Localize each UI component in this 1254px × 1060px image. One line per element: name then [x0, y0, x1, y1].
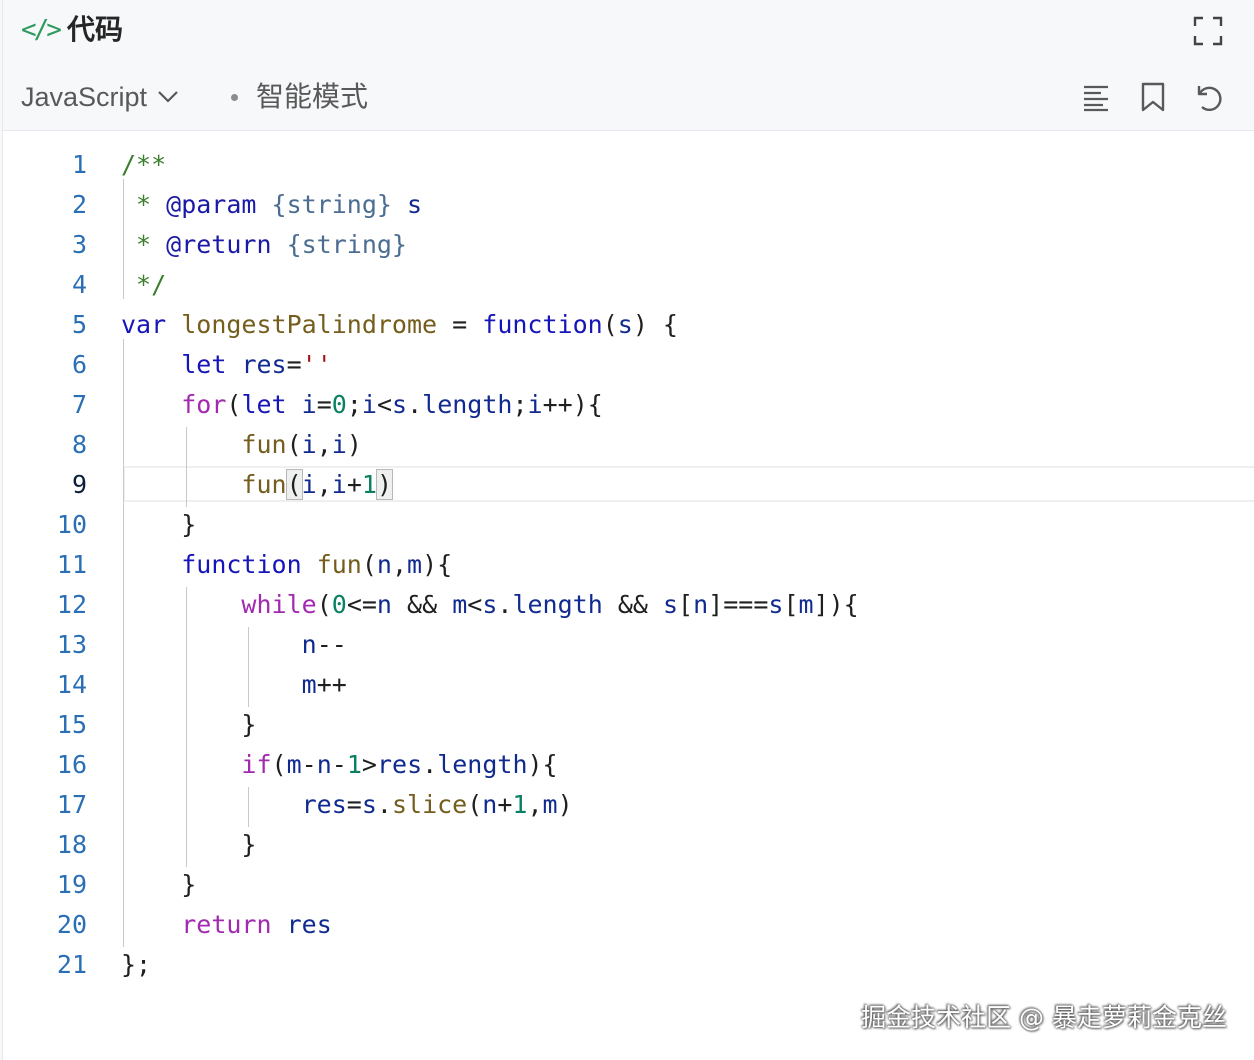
- code-line: 6 let res='': [3, 345, 1254, 385]
- line-number: 18: [56, 830, 87, 859]
- code-line: 10 }: [3, 505, 1254, 545]
- line-number: 20: [56, 910, 87, 939]
- code-text: };: [121, 950, 152, 979]
- code-line: 16 if(m-n-1>res.length){: [3, 745, 1254, 785]
- watermark: 掘金技术社区 @ 暴走萝莉金克丝: [861, 1003, 1227, 1032]
- mode-dot: [231, 93, 238, 101]
- line-number: 6: [71, 350, 87, 379]
- code-line: 11 function fun(n,m){: [3, 545, 1254, 585]
- code-editor[interactable]: 1 /** 2 * @param {string} s 3 * @return …: [3, 131, 1254, 1060]
- line-number: 21: [56, 950, 87, 979]
- code-text: while(0<=n && m<s.length && s[n]===s[m])…: [241, 590, 859, 619]
- code-text: return res: [181, 910, 332, 939]
- line-number: 19: [56, 870, 87, 899]
- chevron-down-icon: [158, 91, 178, 103]
- line-number: 12: [56, 590, 87, 619]
- editor-toolbar: JavaScript 智能模式: [3, 64, 1254, 131]
- line-number: 10: [56, 510, 87, 539]
- code-line: 9 fun(i,i+1): [3, 465, 1254, 505]
- code-text: }: [121, 710, 257, 739]
- line-number: 7: [71, 390, 87, 419]
- code-text: m++: [301, 670, 347, 699]
- code-line: 1 /**: [3, 145, 1254, 185]
- code-text: * @param {string} s: [121, 190, 423, 219]
- line-number: 11: [56, 550, 87, 579]
- mode-indicator[interactable]: 智能模式: [231, 80, 368, 114]
- line-number: 8: [71, 430, 87, 459]
- bookmark-icon[interactable]: [1138, 82, 1168, 112]
- code-text: * @return {string}: [121, 230, 407, 259]
- code-line: 7 for(let i=0;i<s.length;i++){: [3, 385, 1254, 425]
- code-text: n--: [301, 630, 347, 659]
- line-number: 9: [71, 470, 87, 499]
- mode-label: 智能模式: [256, 80, 369, 113]
- line-number: 17: [56, 790, 87, 819]
- code-text: /**: [121, 150, 167, 179]
- fullscreen-icon[interactable]: [1193, 16, 1223, 46]
- code-text: fun(i,i+1): [241, 469, 394, 500]
- code-icon: </>: [21, 15, 62, 45]
- code-panel: </> 代码 JavaScript 智能模式 1 /** 2 * @param …: [2, 0, 1254, 1060]
- line-number: 3: [71, 230, 87, 259]
- code-text: let res='': [181, 350, 332, 379]
- code-line: 19 }: [3, 865, 1254, 905]
- panel-title: 代码: [67, 13, 124, 46]
- undo-icon[interactable]: [1193, 82, 1223, 112]
- code-text: var longestPalindrome = function(s) {: [121, 310, 678, 339]
- code-text: res=s.slice(n+1,m): [301, 790, 573, 819]
- line-number: 16: [56, 750, 87, 779]
- code-line: 4 */: [3, 265, 1254, 305]
- line-number: 4: [71, 270, 87, 299]
- format-icon[interactable]: [1081, 82, 1111, 112]
- code-line: 18 }: [3, 825, 1254, 865]
- code-text: }: [121, 870, 197, 899]
- code-text: */: [121, 270, 167, 299]
- line-number: 5: [71, 310, 87, 339]
- code-line: 3 * @return {string}: [3, 225, 1254, 265]
- line-number: 14: [56, 670, 87, 699]
- code-text: function fun(n,m){: [181, 550, 453, 579]
- code-line: 15 }: [3, 705, 1254, 745]
- code-line: 8 fun(i,i): [3, 425, 1254, 465]
- code-text: fun(i,i): [241, 430, 362, 459]
- line-number: 1: [71, 150, 87, 179]
- code-line: 17 res=s.slice(n+1,m): [3, 785, 1254, 825]
- code-line: 20 return res: [3, 905, 1254, 945]
- code-line: 13 n--: [3, 625, 1254, 665]
- line-number: 13: [56, 630, 87, 659]
- code-text: }: [121, 830, 257, 859]
- code-line: 12 while(0<=n && m<s.length && s[n]===s[…: [3, 585, 1254, 625]
- language-label: JavaScript: [21, 82, 148, 112]
- panel-header: </> 代码: [3, 0, 1254, 64]
- language-select[interactable]: JavaScript: [21, 80, 179, 114]
- code-line: 21 };: [3, 945, 1254, 985]
- line-number: 2: [71, 190, 87, 219]
- code-text: }: [121, 510, 197, 539]
- code-text: if(m-n-1>res.length){: [241, 750, 558, 779]
- code-line: 2 * @param {string} s: [3, 185, 1254, 225]
- code-line: 5 var longestPalindrome = function(s) {: [3, 305, 1254, 345]
- line-number: 15: [56, 710, 87, 739]
- code-text: for(let i=0;i<s.length;i++){: [181, 390, 603, 419]
- code-line: 14 m++: [3, 665, 1254, 705]
